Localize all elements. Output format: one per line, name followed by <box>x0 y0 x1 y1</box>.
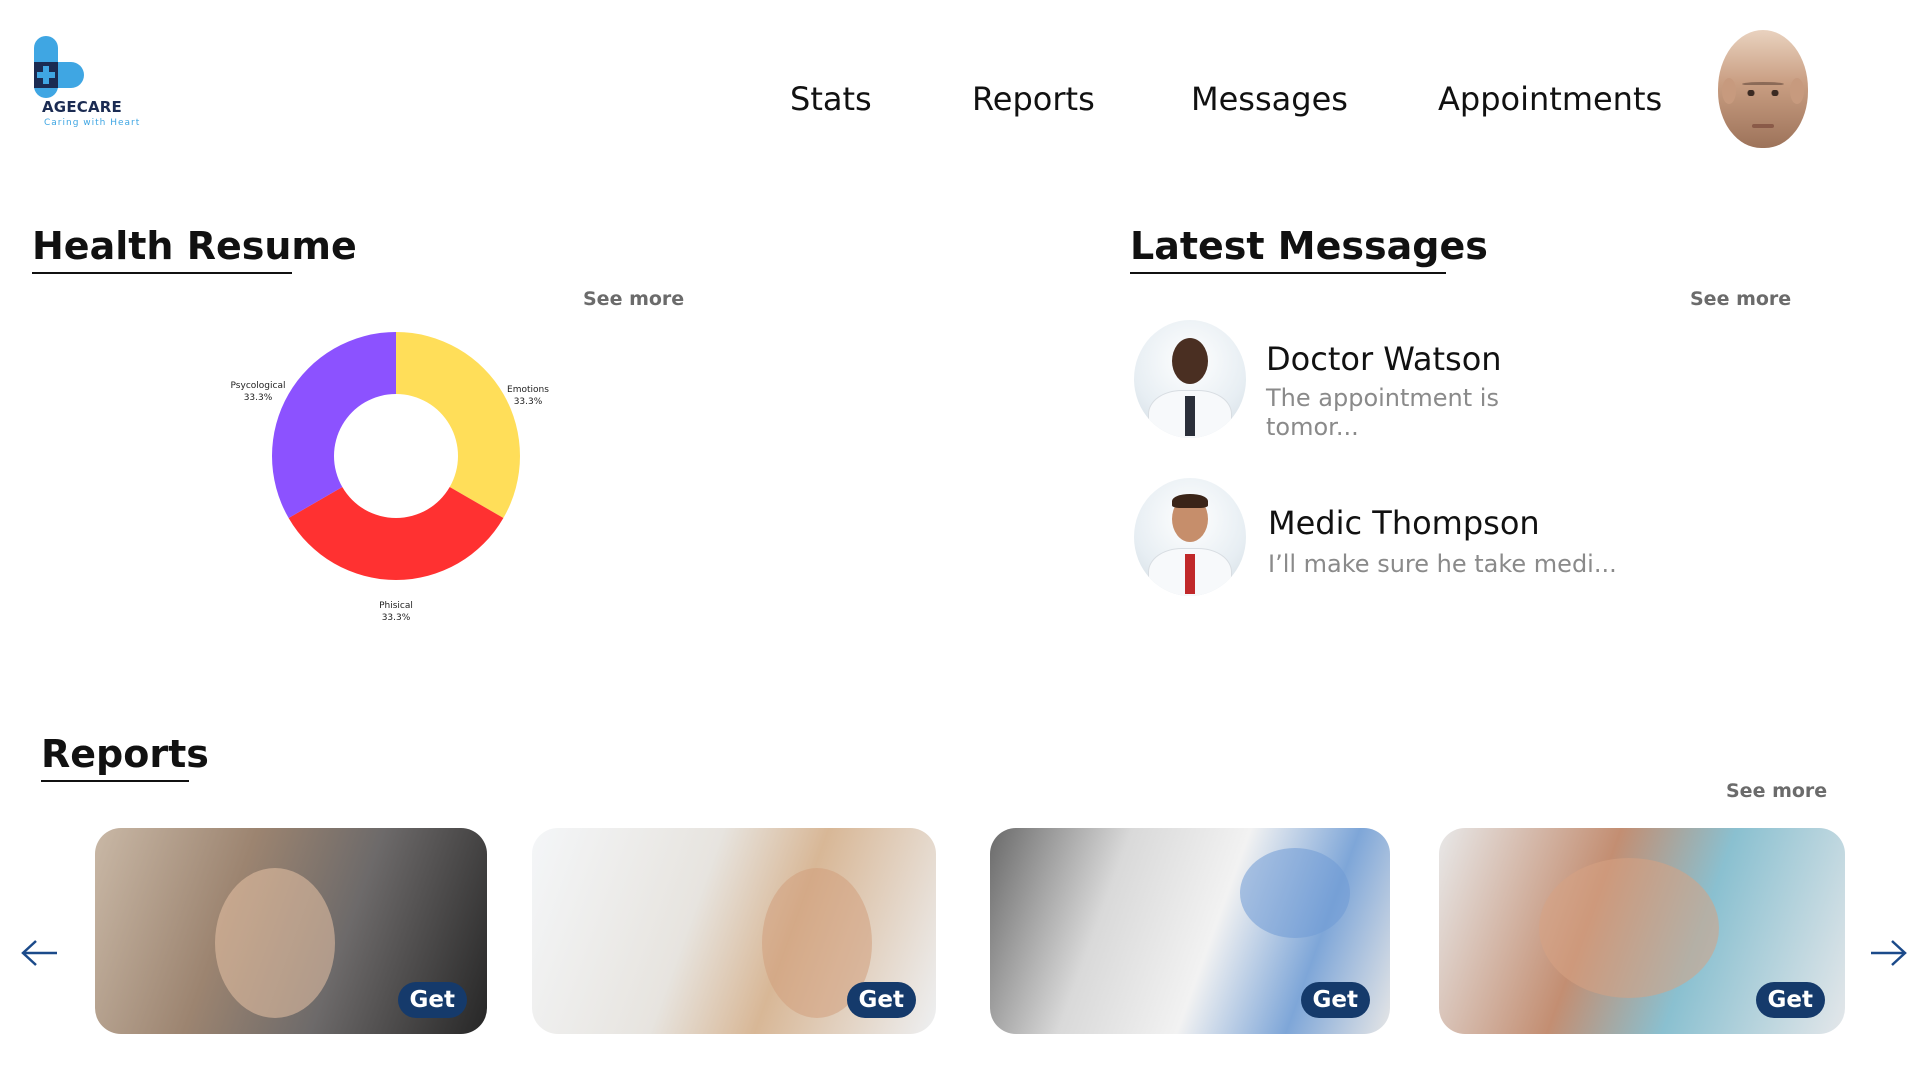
user-avatar[interactable] <box>1718 30 1808 148</box>
donut-chart-svg: Emotions 33.3% Phisical 33.3% Psycological 33… <box>231 332 549 623</box>
nav-reports[interactable]: Reports <box>972 80 1095 118</box>
avatar-tie <box>1185 396 1195 436</box>
avatar-ear <box>1790 78 1804 104</box>
slice-label: Psycological <box>231 381 286 391</box>
slice-label: Emotions <box>507 385 549 395</box>
avatar-tie <box>1185 554 1195 594</box>
avatar-hair <box>1172 494 1208 508</box>
dental-exam-photo <box>1539 858 1719 998</box>
arrow-right-icon[interactable] <box>1868 938 1908 968</box>
arrow-left-icon[interactable] <box>20 938 60 968</box>
donut-slice-emotions <box>396 332 520 518</box>
slice-value-label: 33.3% <box>514 397 543 407</box>
nav-stats[interactable]: Stats <box>790 80 872 118</box>
main-nav: Stats Reports Messages Appointments <box>0 80 1920 124</box>
avatar-eyes <box>1746 90 1780 96</box>
reports-see-more-link[interactable]: See more <box>1726 780 1827 802</box>
message-preview: I’ll make sure he take medi... <box>1268 550 1617 578</box>
slice-value-label: 33.3% <box>244 393 273 403</box>
therapy-session-photo <box>1240 848 1350 938</box>
message-item-medic-thompson[interactable]: Medic Thompson I’ll make sure he take me… <box>1134 478 1734 598</box>
avatar-brow <box>1742 82 1784 86</box>
message-sender: Doctor Watson <box>1266 340 1502 378</box>
report-card-checkup[interactable]: Get <box>532 828 936 1034</box>
message-sender: Medic Thompson <box>1268 504 1540 542</box>
messages-see-more-link[interactable]: See more <box>1690 288 1791 310</box>
report-card-eye-exam[interactable]: Get <box>95 828 487 1034</box>
health-resume-title: Health Resume <box>32 224 357 274</box>
doctor-watson-avatar <box>1134 320 1246 438</box>
slice-label: Phisical <box>379 601 413 611</box>
eye-exam-photo <box>215 868 335 1018</box>
health-donut-chart: Emotions 33.3% Phisical 33.3% Psycological 33… <box>200 330 600 630</box>
avatar-ear <box>1722 78 1736 104</box>
get-report-button[interactable]: Get <box>397 982 467 1018</box>
avatar-mouth <box>1752 124 1774 128</box>
report-card-dental[interactable]: Get <box>1439 828 1845 1034</box>
get-report-button[interactable]: Get <box>846 982 916 1018</box>
latest-messages-title: Latest Messages <box>1130 224 1488 274</box>
get-report-button[interactable]: Get <box>1755 982 1825 1018</box>
reports-title: Reports <box>41 732 209 782</box>
donut-slice-psycological <box>272 332 396 518</box>
message-item-doctor-watson[interactable]: Doctor Watson The appointment is tomor..… <box>1134 320 1734 441</box>
nav-messages[interactable]: Messages <box>1191 80 1348 118</box>
get-report-button[interactable]: Get <box>1300 982 1370 1018</box>
health-see-more-link[interactable]: See more <box>583 288 684 310</box>
medic-thompson-avatar <box>1134 478 1246 596</box>
message-preview: The appointment is tomor... <box>1266 384 1499 441</box>
nav-appointments[interactable]: Appointments <box>1438 80 1662 118</box>
donut-slice-phisical <box>288 487 504 580</box>
report-card-therapy[interactable]: Get <box>990 828 1390 1034</box>
slice-value-label: 33.3% <box>382 613 411 623</box>
avatar-head <box>1172 338 1208 384</box>
